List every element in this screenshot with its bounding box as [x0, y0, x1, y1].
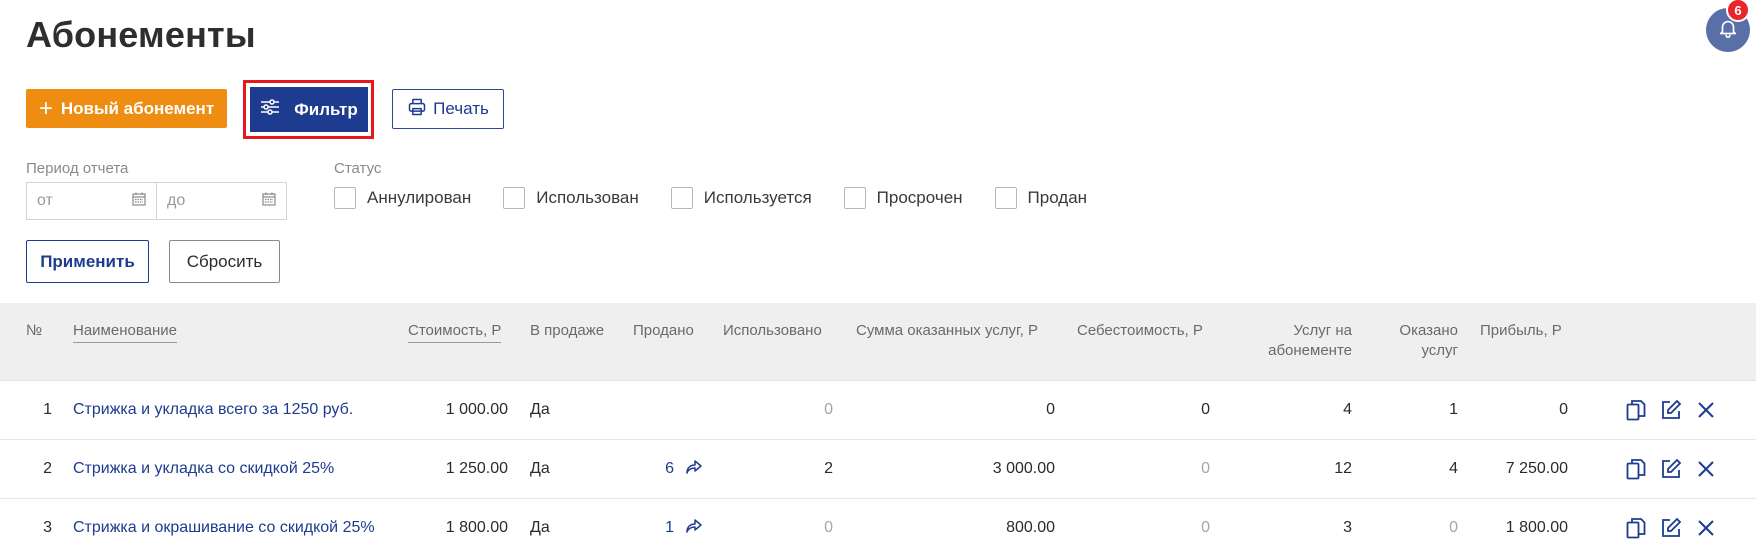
on-sale-cell: Да [530, 460, 550, 477]
share-icon[interactable] [686, 459, 702, 479]
header-sold: Продано [633, 322, 694, 339]
prime-cost-cell: 0 [1201, 519, 1210, 536]
services-in-sub-cell: 3 [1343, 519, 1352, 536]
header-name[interactable]: Наименование [73, 321, 177, 343]
print-label: Печать [433, 99, 489, 118]
calendar-icon[interactable] [262, 192, 276, 211]
row-num: 1 [43, 401, 52, 418]
delete-icon[interactable] [1694, 398, 1718, 422]
checkbox[interactable] [843, 187, 866, 209]
table-row: 3 Стрижка и окрашивание со скидкой 25% 1… [0, 499, 1756, 544]
header-services-sum: Сумма оказанных услуг, Р [856, 322, 1039, 339]
date-from-input[interactable]: от [26, 182, 157, 220]
cost-cell: 1 250.00 [445, 460, 508, 477]
checkbox[interactable] [670, 187, 693, 209]
rendered-cell: 4 [1449, 460, 1458, 477]
subscription-name-link[interactable]: Стрижка и укладка всего за 1250 руб. [73, 381, 353, 439]
on-sale-cell: Да [530, 401, 550, 418]
delete-icon[interactable] [1694, 516, 1718, 540]
sold-link[interactable]: 6 [620, 440, 702, 498]
delete-icon[interactable] [1694, 457, 1718, 481]
subscription-name-link[interactable]: Стрижка и укладка со скидкой 25% [73, 440, 334, 498]
table-header: № Наименование Стоимость, Р В продаже Пр… [0, 303, 1756, 381]
period-label: Период отчета [26, 160, 129, 177]
header-profit: Прибыль, Р [1480, 322, 1562, 339]
row-num: 3 [43, 519, 52, 536]
prime-cost-cell: 0 [1201, 401, 1210, 418]
share-icon[interactable] [686, 518, 702, 538]
new-subscription-button[interactable]: + Новый абонемент [26, 89, 227, 128]
printer-icon [407, 97, 433, 122]
header-used: Использовано [723, 322, 822, 339]
row-actions [1624, 381, 1729, 439]
used-cell: 2 [824, 460, 833, 477]
on-sale-cell: Да [530, 519, 550, 536]
status-used[interactable]: Использован [503, 187, 639, 209]
header-cost[interactable]: Стоимость, Р [408, 321, 502, 343]
edit-icon[interactable] [1659, 516, 1683, 540]
header-rendered: Оказано услуг [1399, 322, 1458, 359]
sold-link[interactable]: 1 [620, 499, 702, 544]
services-sum-cell: 0 [1046, 401, 1055, 418]
status-label: Статус [334, 160, 382, 177]
date-to-placeholder: до [167, 192, 186, 209]
date-from-placeholder: от [37, 192, 53, 209]
cost-cell: 1 800.00 [445, 519, 508, 536]
status-sold[interactable]: Продан [994, 187, 1087, 209]
services-in-sub-cell: 4 [1343, 401, 1352, 418]
checkbox[interactable] [994, 187, 1017, 209]
row-actions [1624, 440, 1729, 498]
table-row: 1 Стрижка и укладка всего за 1250 руб. 1… [0, 381, 1756, 440]
header-num: № [26, 322, 43, 339]
services-in-sub-cell: 12 [1334, 460, 1352, 477]
new-subscription-label: Новый абонемент [60, 98, 215, 118]
reset-button[interactable]: Сбросить [169, 240, 280, 283]
sliders-icon [260, 99, 294, 120]
header-services-in-subscription: Услуг на абонементе [1268, 322, 1352, 359]
header-on-sale: В продаже [530, 322, 605, 339]
cost-cell: 1 000.00 [445, 401, 508, 418]
copy-icon[interactable] [1624, 398, 1648, 422]
date-to-input[interactable]: до [156, 182, 287, 220]
status-checkboxes: Аннулирован Использован Используется Про… [334, 187, 1087, 209]
services-sum-cell: 3 000.00 [992, 460, 1055, 477]
row-actions [1624, 499, 1729, 544]
rendered-cell: 1 [1449, 401, 1458, 418]
used-cell: 0 [824, 401, 833, 418]
edit-icon[interactable] [1659, 457, 1683, 481]
checkbox[interactable] [334, 187, 356, 209]
copy-icon[interactable] [1624, 516, 1648, 540]
status-in-use[interactable]: Используется [670, 187, 812, 209]
copy-icon[interactable] [1624, 457, 1648, 481]
profit-cell: 0 [1559, 401, 1568, 418]
status-annulled[interactable]: Аннулирован [334, 187, 471, 209]
filter-button[interactable]: Фильтр [250, 87, 368, 132]
profit-cell: 7 250.00 [1505, 460, 1568, 477]
print-button[interactable]: Печать [392, 89, 504, 129]
plus-icon: + [38, 94, 53, 122]
prime-cost-cell: 0 [1201, 460, 1210, 477]
apply-button[interactable]: Применить [26, 240, 149, 283]
header-prime-cost: Себестоимость, Р [1077, 322, 1203, 339]
subscription-name-link[interactable]: Стрижка и окрашивание со скидкой 25% [73, 499, 375, 544]
profit-cell: 1 800.00 [1505, 519, 1568, 536]
row-num: 2 [43, 460, 52, 477]
status-expired[interactable]: Просрочен [843, 187, 963, 209]
edit-icon[interactable] [1659, 398, 1683, 422]
table-row: 2 Стрижка и укладка со скидкой 25% 1 250… [0, 440, 1756, 499]
filter-label: Фильтр [294, 99, 358, 119]
services-sum-cell: 800.00 [1006, 519, 1055, 536]
calendar-icon[interactable] [132, 192, 146, 211]
page-title: Абонементы [26, 14, 256, 55]
used-cell: 0 [824, 519, 833, 536]
rendered-cell: 0 [1449, 519, 1458, 536]
checkbox[interactable] [503, 187, 526, 209]
